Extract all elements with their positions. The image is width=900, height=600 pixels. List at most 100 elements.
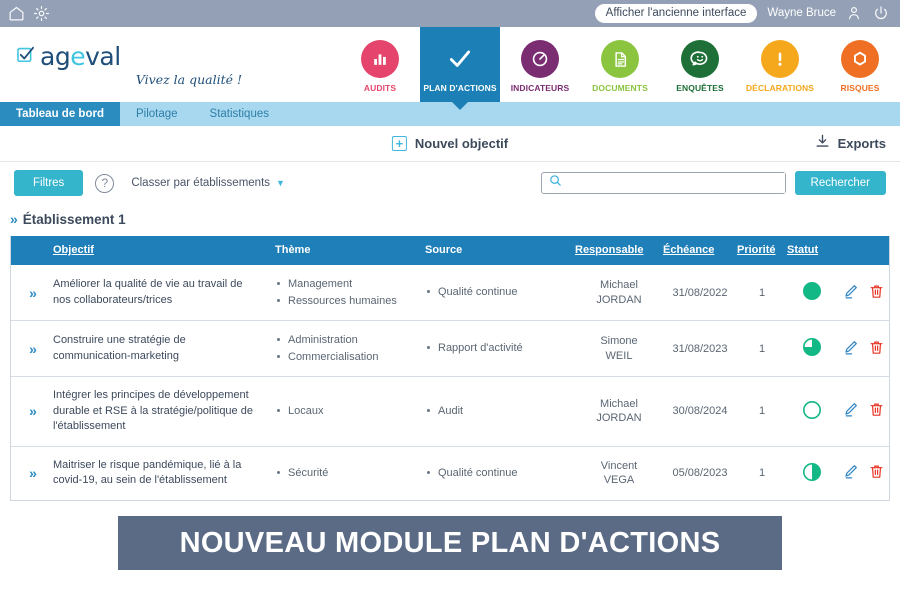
checkbox-check-icon <box>16 45 35 69</box>
source: Rapport d'activité <box>425 340 575 357</box>
user-icon[interactable] <box>846 5 863 22</box>
col-objectif-label[interactable]: Objectif <box>53 244 94 256</box>
home-icon[interactable] <box>8 5 25 22</box>
col-responsable-label[interactable]: Responsable <box>575 244 643 256</box>
action-bar: + Nouvel objectif Exports <box>0 126 900 162</box>
module-declarations[interactable]: DÉCLARATIONS <box>740 27 820 102</box>
filters-button[interactable]: Filtres <box>14 170 84 196</box>
tab-statistiques[interactable]: Statistiques <box>194 102 285 126</box>
col-objectif: Objectif <box>53 236 275 265</box>
col-responsable: Responsable <box>575 236 663 265</box>
col-statut-label[interactable]: Statut <box>787 244 818 256</box>
brand-logo-wordmark: ageval <box>16 42 300 71</box>
declarations-circle <box>761 40 799 78</box>
trash-delete-icon[interactable] <box>868 339 885 359</box>
row-expand-chevron-icon[interactable]: » <box>29 465 37 481</box>
main-header: ageval Vivez la qualité ! AUDITS PLAN D'… <box>0 27 900 102</box>
indicateurs-circle <box>521 40 559 78</box>
theme: Locaux <box>275 403 425 420</box>
row-responsable: Simone WEIL <box>575 321 663 377</box>
search-box[interactable] <box>540 172 786 194</box>
trash-delete-icon[interactable] <box>868 401 885 421</box>
exports-button[interactable]: Exports <box>814 133 886 155</box>
top-utility-bar: Afficher l'ancienne interface Wayne Bruc… <box>0 0 900 27</box>
table-row[interactable]: » Améliorer la qualité de vie au travail … <box>11 265 889 321</box>
table-row[interactable]: » Intégrer les principes de développement… <box>11 377 889 447</box>
group-by-establishments-dropdown[interactable]: Classer par établissements ▼ <box>131 177 285 189</box>
table-row[interactable]: » Construire une stratégie de communicati… <box>11 321 889 377</box>
show-old-interface-button[interactable]: Afficher l'ancienne interface <box>594 3 758 24</box>
module-indicateurs[interactable]: INDICATEURS <box>500 27 580 102</box>
chevron-down-icon: ▼ <box>276 178 285 188</box>
new-objective-button[interactable]: + Nouvel objectif <box>391 136 508 151</box>
row-statut-pie-icon[interactable] <box>787 265 837 321</box>
brand-tagline: Vivez la qualité ! <box>135 72 242 87</box>
responsable-lastname: VEGA <box>603 474 635 487</box>
row-actions <box>837 265 889 321</box>
question-mark-icon[interactable]: ? <box>95 173 115 193</box>
establishment-heading[interactable]: » Établissement 1 <box>0 204 900 236</box>
enquetes-circle <box>681 40 719 78</box>
pencil-edit-icon[interactable] <box>842 283 859 303</box>
row-priorite: 1 <box>758 342 766 355</box>
row-statut-pie-icon[interactable] <box>787 321 837 377</box>
search-button[interactable]: Rechercher <box>794 171 886 195</box>
row-actions <box>837 377 889 447</box>
row-themes: Sécurité <box>275 446 425 500</box>
module-audits[interactable]: AUDITS <box>340 27 420 102</box>
module-plan-dactions[interactable]: PLAN D'ACTIONS <box>420 27 500 102</box>
brand-logo[interactable]: ageval Vivez la qualité ! <box>0 27 300 102</box>
tab-tableau-de-bord[interactable]: Tableau de bord <box>0 102 120 126</box>
brand-name-part2: e <box>70 42 86 71</box>
module-label: DOCUMENTS <box>592 83 648 93</box>
module-label: RISQUES <box>840 83 880 93</box>
trash-delete-icon[interactable] <box>868 463 885 483</box>
pencil-edit-icon[interactable] <box>842 339 859 359</box>
row-objective: Maitriser le risque pandémique, lié à la… <box>53 458 242 487</box>
col-theme: Thème <box>275 236 425 265</box>
row-echeance: 30/08/2024 <box>672 405 728 418</box>
row-priorite: 1 <box>758 405 766 418</box>
row-expand-cell: » <box>11 265 53 321</box>
module-label: ENQUÊTES <box>676 83 724 93</box>
module-enquetes[interactable]: ENQUÊTES <box>660 27 740 102</box>
col-echeance: Échéance <box>663 236 737 265</box>
module-label: PLAN D'ACTIONS <box>423 83 497 93</box>
pencil-edit-icon[interactable] <box>842 401 859 421</box>
gear-icon[interactable] <box>33 5 50 22</box>
row-sources: Audit <box>425 377 575 447</box>
power-icon[interactable] <box>873 5 890 22</box>
group-by-label: Classer par établissements <box>131 177 271 189</box>
row-objective: Améliorer la qualité de vie au travail d… <box>53 277 243 306</box>
pencil-edit-icon[interactable] <box>842 463 859 483</box>
source: Audit <box>425 403 575 420</box>
row-statut-pie-icon[interactable] <box>787 377 837 447</box>
col-source-label: Source <box>425 244 463 256</box>
table-row[interactable]: » Maitriser le risque pandémique, lié à l… <box>11 446 889 500</box>
col-expand <box>11 236 53 265</box>
tab-pilotage[interactable]: Pilotage <box>120 102 194 126</box>
plan-dactions-circle <box>441 40 479 78</box>
trash-delete-icon[interactable] <box>868 283 885 303</box>
col-priorite-label[interactable]: Priorité <box>737 244 776 256</box>
row-expand-chevron-icon[interactable]: » <box>29 403 37 419</box>
row-objective: Intégrer les principes de développement … <box>53 389 253 433</box>
row-expand-chevron-icon[interactable]: » <box>29 285 37 301</box>
table-header-row: Objectif Thème Source Responsable Échéan… <box>11 236 889 265</box>
module-risques[interactable]: RISQUES <box>820 27 900 102</box>
row-priorite: 1 <box>758 467 766 480</box>
promo-banner-text: NOUVEAU MODULE PLAN D'ACTIONS <box>179 526 721 559</box>
col-echeance-label[interactable]: Échéance <box>663 244 714 256</box>
col-priorite: Priorité <box>737 236 787 265</box>
search-input[interactable] <box>562 173 785 193</box>
theme-item: Management <box>275 276 425 293</box>
row-statut-pie-icon[interactable] <box>787 446 837 500</box>
objectives-table-wrapper: Objectif Thème Source Responsable Échéan… <box>10 236 890 502</box>
gauge-icon <box>532 51 548 67</box>
row-expand-chevron-icon[interactable]: » <box>29 341 37 357</box>
row-themes: Management Ressources humaines <box>275 265 425 321</box>
row-expand-cell: » <box>11 446 53 500</box>
row-themes: Administration Commercialisation <box>275 321 425 377</box>
module-documents[interactable]: DOCUMENTS <box>580 27 660 102</box>
module-label: AUDITS <box>363 83 397 93</box>
